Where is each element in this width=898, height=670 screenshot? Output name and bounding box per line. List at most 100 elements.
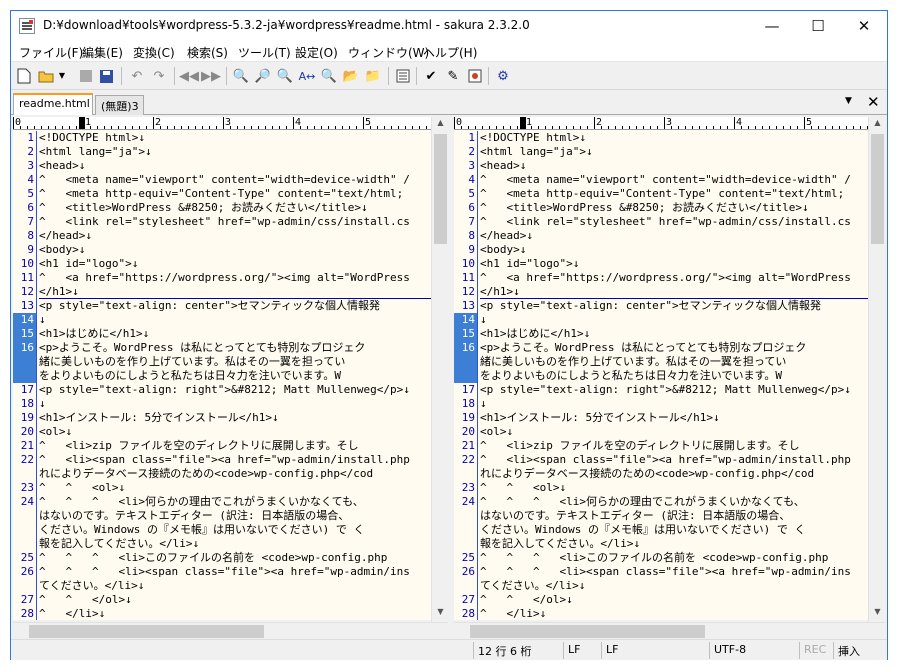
code-line[interactable]: ^ ^ ^ <li><span class="file"><a href="wp…: [39, 565, 410, 579]
code-line[interactable]: <body>↓: [480, 243, 526, 257]
code-line[interactable]: ください。Windows の『メモ帳』は用いないでください) で く: [39, 523, 365, 537]
menu-file[interactable]: ファイル(F): [19, 44, 83, 61]
code-line[interactable]: <h1>はじめに</h1>↓: [39, 327, 149, 341]
line-number[interactable]: [13, 579, 36, 593]
code-line[interactable]: ^ ^ ^ <li>このファイルの名前を <code>wp-config.php: [39, 551, 387, 565]
code-line[interactable]: れによりデータベース接続のための<code>wp-config.php</cod: [480, 467, 814, 481]
line-number[interactable]: [454, 509, 477, 523]
code-line[interactable]: </head>↓: [39, 229, 92, 243]
code-line[interactable]: ^ ^ </ol>↓: [480, 593, 573, 607]
scroll-thumb[interactable]: [434, 134, 447, 244]
line-number[interactable]: 25: [13, 551, 36, 565]
line-number[interactable]: [13, 355, 36, 369]
line-number[interactable]: 9: [454, 243, 477, 257]
code-line[interactable]: ↓: [480, 313, 487, 327]
settings-icon[interactable]: ⚙: [494, 67, 512, 85]
line-number[interactable]: 12: [454, 285, 477, 299]
title-bar[interactable]: D:¥download¥tools¥wordpress-5.3.2-ja¥wor…: [11, 11, 887, 41]
replace-icon[interactable]: A↔: [298, 67, 316, 85]
open-folder-icon[interactable]: [37, 67, 55, 85]
line-number[interactable]: [454, 467, 477, 481]
compare-icon[interactable]: ✔: [422, 67, 440, 85]
line-number[interactable]: 19: [454, 411, 477, 425]
line-number[interactable]: [454, 355, 477, 369]
line-number[interactable]: 19: [13, 411, 36, 425]
line-number[interactable]: 22: [13, 453, 36, 467]
insert-mode[interactable]: 挿入: [833, 642, 873, 659]
code-line[interactable]: ^ <meta http-equiv="Content-Type" conten…: [39, 187, 403, 201]
line-number[interactable]: 27: [454, 593, 477, 607]
code-line[interactable]: <html lang="ja">↓: [39, 145, 152, 159]
code-line[interactable]: 緒に美しいものを作り上げています。私はその一翼を担ってい: [39, 355, 345, 369]
menu-tools[interactable]: ツール(T): [238, 44, 291, 61]
line-number[interactable]: 13: [454, 299, 477, 313]
code-line[interactable]: <h1>インストール: 5分でインストール</h1>↓: [480, 411, 720, 425]
line-number[interactable]: 18: [13, 397, 36, 411]
scroll-up-icon[interactable]: ▲: [434, 118, 447, 132]
code-line[interactable]: <h1 id="logo">↓: [39, 257, 138, 271]
line-number[interactable]: 20: [454, 425, 477, 439]
tab-untitled[interactable]: (無題)3: [95, 95, 144, 115]
menu-edit[interactable]: 編集(E): [82, 44, 123, 61]
menu-search[interactable]: 検索(S): [187, 44, 228, 61]
horizontal-scrollbar-left[interactable]: [13, 622, 448, 639]
minimize-button[interactable]: —: [749, 11, 795, 41]
line-number[interactable]: 21: [454, 439, 477, 453]
vertical-scrollbar-right[interactable]: ▲ ▼: [868, 117, 885, 622]
line-number[interactable]: 21: [13, 439, 36, 453]
find-prev-icon[interactable]: 🔍: [276, 67, 294, 85]
line-number[interactable]: [454, 579, 477, 593]
new-file-icon[interactable]: [15, 67, 33, 85]
code-line[interactable]: はないのです。テキストエディター (訳注: 日本語版の場合、: [480, 509, 790, 523]
undo-icon[interactable]: ↶: [128, 67, 146, 85]
code-line[interactable]: ^ <li><span class="file"><a href="wp-adm…: [480, 453, 851, 467]
code-line[interactable]: ↓: [39, 397, 46, 411]
line-number[interactable]: 24: [454, 495, 477, 509]
line-number[interactable]: 3: [454, 159, 477, 173]
cursor-position[interactable]: 12 行 6 桁: [473, 642, 561, 659]
line-number[interactable]: 14: [13, 313, 36, 327]
line-number[interactable]: 23: [454, 481, 477, 495]
code-line[interactable]: はないのです。テキストエディター (訳注: 日本語版の場合、: [39, 509, 349, 523]
code-line[interactable]: <body>↓: [39, 243, 85, 257]
line-number[interactable]: 22: [454, 453, 477, 467]
scroll-down-icon[interactable]: ▼: [871, 607, 884, 621]
code-line[interactable]: ^ ^ ^ <li>このファイルの名前を <code>wp-config.php: [480, 551, 828, 565]
code-line[interactable]: ください。Windows の『メモ帳』は用いないでください) で く: [480, 523, 806, 537]
line-number[interactable]: 9: [13, 243, 36, 257]
dropdown-arrow-icon[interactable]: ▼: [57, 67, 67, 85]
scroll-thumb[interactable]: [871, 134, 884, 244]
code-line[interactable]: </h1>↓: [39, 285, 79, 299]
find-icon[interactable]: 🔍: [232, 67, 250, 85]
macro-icon[interactable]: [466, 67, 484, 85]
code-line[interactable]: ^ ^ </ol>↓: [39, 593, 132, 607]
line-number[interactable]: 7: [13, 215, 36, 229]
rec-indicator[interactable]: REC: [799, 642, 831, 659]
code-line[interactable]: <html lang="ja">↓: [480, 145, 593, 159]
line-number[interactable]: 13: [13, 299, 36, 313]
line-number[interactable]: 4: [13, 173, 36, 187]
eol-input[interactable]: LF: [601, 642, 707, 659]
code-line[interactable]: ^ ^ <ol>↓: [480, 481, 566, 495]
code-line[interactable]: <!DOCTYPE html>↓: [480, 131, 586, 145]
code-line[interactable]: <!DOCTYPE html>↓: [39, 131, 145, 145]
code-line[interactable]: てください。</li>↓: [39, 579, 144, 593]
code-line[interactable]: <p style="text-align: center">セマンティックな個人…: [480, 299, 821, 313]
tab-list-icon[interactable]: ▼: [845, 96, 852, 106]
editor-pane-left[interactable]: 0 1 2 3 4 5 1 2 3 4 5 6 7 8 9 10 11 12 13 14 15 16 17 18 1…: [13, 117, 446, 620]
eol-type[interactable]: LF: [563, 642, 599, 659]
code-line[interactable]: ^ <a href="https://wordpress.org/"><img …: [480, 271, 851, 285]
code-line[interactable]: 報を記入してください。</li>↓: [480, 537, 640, 551]
close-button[interactable]: ✕: [841, 11, 887, 41]
line-number[interactable]: [13, 467, 36, 481]
code-line[interactable]: ↓: [480, 397, 487, 411]
line-number[interactable]: 10: [13, 257, 36, 271]
line-number[interactable]: 11: [454, 271, 477, 285]
code-line[interactable]: ^ ^ ^ <li><span class="file"><a href="wp…: [480, 565, 851, 579]
line-number[interactable]: 1: [454, 131, 477, 145]
code-line[interactable]: </h1>↓: [480, 285, 520, 299]
code-line[interactable]: <ol>↓: [480, 425, 513, 439]
code-line[interactable]: ^ </li>↓: [39, 607, 105, 620]
code-line[interactable]: <p style="text-align: center">セマンティックな個人…: [39, 299, 380, 313]
code-line[interactable]: れによりデータベース接続のための<code>wp-config.php</cod: [39, 467, 373, 481]
